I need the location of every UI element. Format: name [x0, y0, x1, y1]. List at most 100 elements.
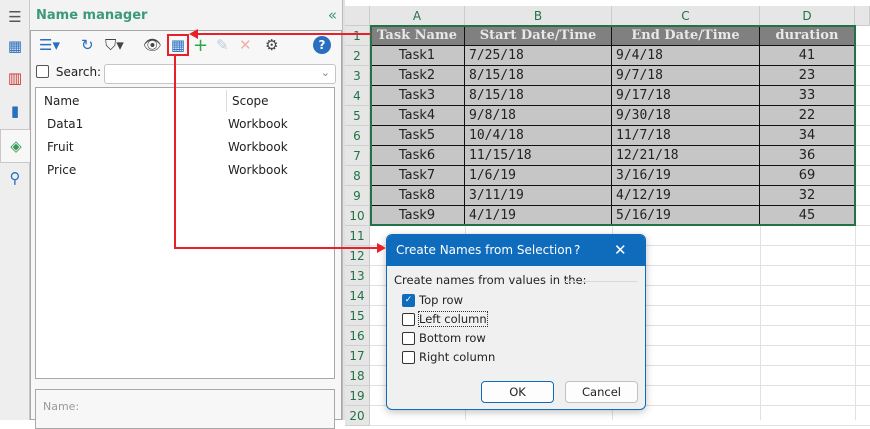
table-cell[interactable]: 9/8/18	[465, 106, 612, 126]
show-hide-icon[interactable]: 👁	[143, 34, 162, 56]
row-header[interactable]: 19	[345, 386, 370, 406]
table-cell[interactable]: 8/15/18	[465, 66, 612, 86]
table-cell[interactable]: 23	[760, 66, 855, 86]
name-tag-icon[interactable]: ◈	[0, 129, 31, 163]
help-button[interactable]: ?	[574, 235, 580, 266]
table-cell[interactable]: 12/21/18	[612, 146, 760, 166]
column-header-scope[interactable]: Scope	[232, 88, 269, 114]
column-header-B[interactable]: B	[465, 6, 612, 26]
close-button[interactable]: ✕	[614, 235, 627, 266]
row-header[interactable]: 3	[345, 66, 370, 86]
row-header[interactable]: 14	[345, 286, 370, 306]
table-cell[interactable]: Task7	[370, 166, 465, 186]
table-cell[interactable]: 4/12/19	[612, 186, 760, 206]
create-names-from-selection-icon[interactable]: ▦	[167, 34, 189, 56]
filter-icon[interactable]: ⛉▾	[105, 34, 124, 56]
table-cell[interactable]: Task5	[370, 126, 465, 146]
table-cell[interactable]: 36	[760, 146, 855, 166]
ok-button[interactable]: OK	[481, 381, 554, 403]
table-cell[interactable]: Task1	[370, 46, 465, 66]
table-cell[interactable]: 9/7/18	[612, 66, 760, 86]
select-all-corner[interactable]	[345, 6, 370, 26]
table-header-cell[interactable]: Task Name	[370, 26, 465, 46]
edit-icon[interactable]: ✎	[216, 34, 229, 56]
row-header[interactable]: 20	[345, 406, 370, 426]
dialog-title-bar: Create Names from Selection ? ✕	[387, 235, 645, 266]
refresh-icon[interactable]: ↻	[81, 34, 94, 56]
table-cell[interactable]: Task2	[370, 66, 465, 86]
row-header[interactable]: 7	[345, 146, 370, 166]
row-header[interactable]: 17	[345, 346, 370, 366]
table-cell[interactable]: 41	[760, 46, 855, 66]
row-header[interactable]: 11	[345, 226, 370, 246]
table-cell[interactable]: 33	[760, 86, 855, 106]
row-header[interactable]: 1	[345, 26, 370, 46]
row-header[interactable]: 5	[345, 106, 370, 126]
view-menu-icon[interactable]: ☰▾	[39, 34, 60, 56]
table-cell[interactable]: 5/16/19	[612, 206, 760, 226]
row-header[interactable]: 18	[345, 366, 370, 386]
table-cell[interactable]: 11/7/18	[612, 126, 760, 146]
table-cell[interactable]: 10/4/18	[465, 126, 612, 146]
table-header-cell[interactable]: End Date/Time	[612, 26, 760, 46]
column-icon[interactable]: ▥	[4, 67, 26, 89]
column-header-A[interactable]: A	[370, 6, 465, 26]
table-cell[interactable]: 3/16/19	[612, 166, 760, 186]
chart-icon[interactable]: ▮	[4, 100, 26, 122]
table-cell[interactable]: 4/1/19	[465, 206, 612, 226]
search-icon[interactable]: ⚲	[4, 167, 26, 189]
table-cell[interactable]: 32	[760, 186, 855, 206]
row-header[interactable]: 2	[345, 46, 370, 66]
arrow-head-left-icon	[189, 29, 198, 39]
table-cell[interactable]: 3/11/19	[465, 186, 612, 206]
row-header[interactable]: 15	[345, 306, 370, 326]
row-header[interactable]: 13	[345, 266, 370, 286]
top-row-checkbox[interactable]: ✓ Top row	[402, 293, 463, 307]
search-input[interactable]: ⌄	[104, 64, 336, 84]
table-cell[interactable]: 69	[760, 166, 855, 186]
right-column-checkbox[interactable]: Right column	[402, 350, 495, 364]
table-cell[interactable]: 1/6/19	[465, 166, 612, 186]
list-item[interactable]: Price Workbook	[36, 159, 334, 182]
search-checkbox[interactable]	[36, 65, 49, 78]
table-cell[interactable]: 9/4/18	[612, 46, 760, 66]
hamburger-menu-icon[interactable]: ☰	[4, 6, 26, 28]
row-header[interactable]: 9	[345, 186, 370, 206]
list-item[interactable]: Data1 Workbook	[36, 113, 334, 136]
row-header[interactable]: 10	[345, 206, 370, 226]
table-header-cell[interactable]: Start Date/Time	[465, 26, 612, 46]
table-header-cell[interactable]: duration	[760, 26, 855, 46]
collapse-icon[interactable]: «	[328, 6, 337, 24]
row-header[interactable]: 12	[345, 246, 370, 266]
left-column-checkbox[interactable]: Left column	[402, 311, 488, 327]
column-header-D[interactable]: D	[760, 6, 855, 26]
row-header[interactable]: 4	[345, 86, 370, 106]
table-cell[interactable]: Task4	[370, 106, 465, 126]
annotation-arrow-line	[174, 56, 176, 249]
workbook-grid-icon[interactable]: ▦	[4, 35, 26, 57]
table-cell[interactable]: 9/30/18	[612, 106, 760, 126]
row-header[interactable]: 6	[345, 126, 370, 146]
column-header-C[interactable]: C	[612, 6, 760, 26]
row-header[interactable]: 16	[345, 326, 370, 346]
table-cell[interactable]: 22	[760, 106, 855, 126]
column-header-name[interactable]: Name	[44, 88, 79, 114]
row-header[interactable]: 8	[345, 166, 370, 186]
table-cell[interactable]: 45	[760, 206, 855, 226]
table-cell[interactable]: 8/15/18	[465, 86, 612, 106]
settings-icon[interactable]: ⚙	[265, 34, 278, 56]
table-cell[interactable]: 34	[760, 126, 855, 146]
table-cell[interactable]: Task3	[370, 86, 465, 106]
chevron-down-icon[interactable]: ⌄	[321, 66, 330, 79]
help-icon[interactable]: ?	[313, 36, 331, 54]
cancel-button[interactable]: Cancel	[565, 381, 638, 403]
table-cell[interactable]: Task8	[370, 186, 465, 206]
table-cell[interactable]: 9/17/18	[612, 86, 760, 106]
bottom-row-checkbox[interactable]: Bottom row	[402, 331, 486, 345]
table-cell[interactable]: 11/15/18	[465, 146, 612, 166]
list-item[interactable]: Fruit Workbook	[36, 136, 334, 159]
table-cell[interactable]: Task6	[370, 146, 465, 166]
table-cell[interactable]: 7/25/18	[465, 46, 612, 66]
delete-icon[interactable]: ✕	[239, 34, 252, 56]
table-cell[interactable]: Task9	[370, 206, 465, 226]
